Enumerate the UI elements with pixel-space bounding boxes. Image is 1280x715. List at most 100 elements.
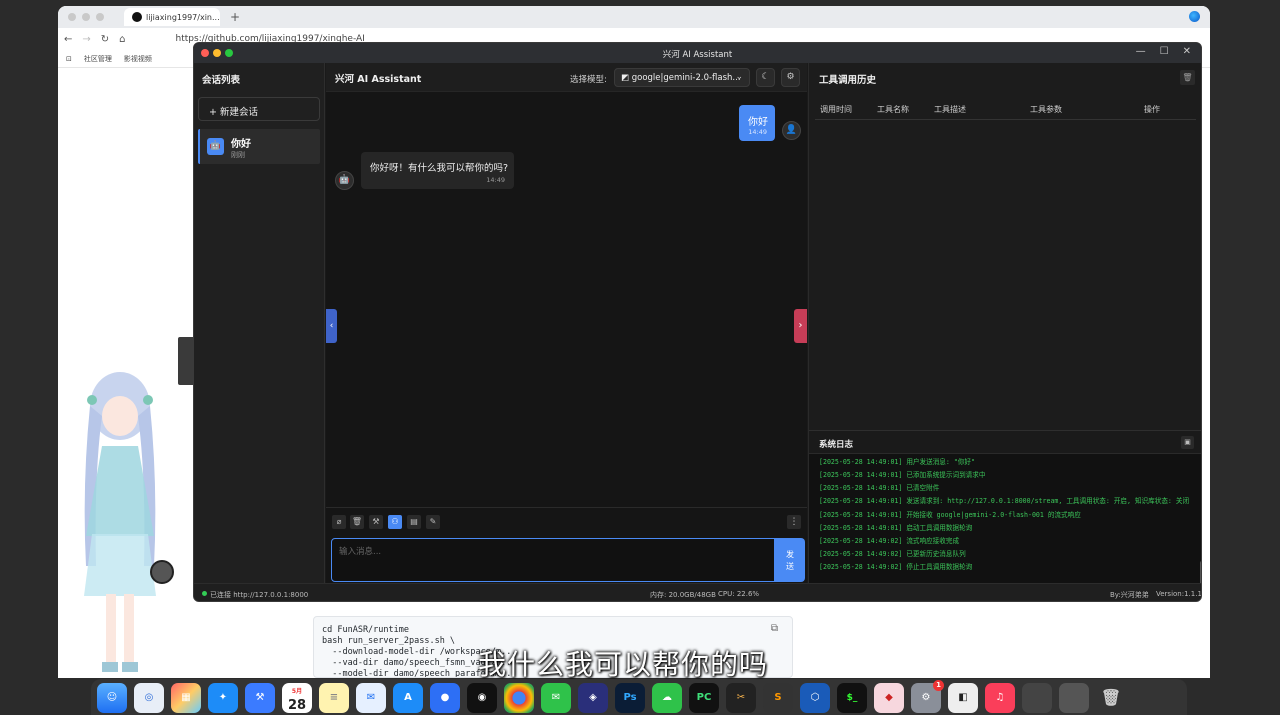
more-options-icon[interactable]: ⋮: [787, 515, 801, 529]
conversation-item[interactable]: 🤖 你好 刚刚: [198, 129, 320, 164]
minimize-icon[interactable]: —: [1136, 46, 1146, 57]
notes-icon[interactable]: ≡: [319, 683, 349, 713]
browser-tab-bar: lijiaxing1997/xin... +: [58, 6, 1210, 28]
browser-zoom-dot[interactable]: [96, 13, 104, 21]
model-select[interactable]: ◩ google|gemini-2.0-flash... ⌄: [614, 68, 750, 87]
finder-icon[interactable]: ☺: [97, 683, 127, 713]
video-subtitle: 我什么我可以帮你的吗: [478, 648, 769, 681]
window-titlebar: 兴河 AI Assistant — ☐ ✕: [194, 43, 1201, 63]
xinghe-ai-app-icon[interactable]: ◈: [578, 683, 608, 713]
note-icon[interactable]: ✎: [426, 515, 440, 529]
browser-minimize-dot[interactable]: [82, 13, 90, 21]
bookmark-item[interactable]: 影视视频: [124, 54, 152, 64]
chrome-icon[interactable]: [504, 683, 534, 713]
music-icon[interactable]: ♫: [985, 683, 1015, 713]
launchpad-icon[interactable]: ▦: [171, 683, 201, 713]
author-label: By:兴河弟弟: [1110, 591, 1149, 599]
macos-dock: ☺ ◎ ▦ ✦ ⚒ 5月 28 ≡ ✉ A ● ◉ ✉ ◈ Ps ☁ PC ✂ S…: [91, 679, 1187, 715]
recent-window-thumbnail[interactable]: [1022, 683, 1052, 713]
bot-avatar-icon: 🤖: [335, 171, 354, 190]
cursor-app-icon[interactable]: ◆: [874, 683, 904, 713]
tool-history-title: 工具调用历史: [819, 75, 877, 86]
conversation-time: 刚刚: [231, 151, 245, 159]
calendar-icon[interactable]: 5月 28: [282, 683, 312, 713]
mail-icon[interactable]: ✉: [356, 683, 386, 713]
calendar-month: 5月: [291, 688, 303, 695]
status-bar: 已连接 http://127.0.0.1:8000 内存: 20.0GB/48G…: [194, 583, 1201, 601]
final-cut-icon[interactable]: ✂: [726, 683, 756, 713]
log-line: [2025-05-28 14:49:01] 已清空附件: [819, 484, 940, 492]
wechat-icon[interactable]: ✉: [541, 683, 571, 713]
log-line: [2025-05-28 14:49:02] 停止工具调用数据轮询: [819, 562, 973, 571]
sublime-icon[interactable]: S: [763, 683, 793, 713]
log-body[interactable]: [2025-05-28 14:49:01] 用户发送消息: "你好" [2025…: [809, 453, 1201, 584]
bookmark-item[interactable]: 社区管理: [84, 54, 112, 64]
log-line: [2025-05-28 14:49:02] 流式响应接收完成: [819, 536, 960, 545]
terminal-icon[interactable]: $_: [837, 683, 867, 713]
forward-icon[interactable]: →: [82, 34, 90, 45]
trash-icon[interactable]: 🗑: [1096, 683, 1126, 713]
tool-call-toggle-icon[interactable]: ⚇: [388, 515, 402, 529]
input-toolbar: ⌀ 🗑 ⚒ ⚇ ▤ ✎ ⋮: [326, 507, 807, 533]
vpn-icon[interactable]: ⬡: [800, 683, 830, 713]
cube-app-icon[interactable]: ◧: [948, 683, 978, 713]
bookmarks-icon[interactable]: ⊡: [66, 55, 72, 63]
collapse-right-button[interactable]: ›: [794, 309, 807, 343]
copy-icon[interactable]: ⧉: [771, 623, 778, 634]
recent-window-thumbnail[interactable]: [1059, 683, 1089, 713]
collapse-left-button[interactable]: ‹: [326, 309, 337, 343]
message-text: 你好呀！有什么我可以帮你的吗?: [370, 163, 509, 174]
browser-tab-title: lijiaxing1997/xin...: [146, 12, 220, 22]
column-header: 工具描述: [934, 105, 966, 114]
system-settings-icon[interactable]: ⚙ 1: [911, 680, 944, 713]
assistant-app-window: 兴河 AI Assistant — ☐ ✕ 会话列表 + 新建会话 🤖 你好 刚…: [193, 42, 1202, 602]
notification-badge: 1: [933, 680, 944, 691]
wechat-work-icon[interactable]: ☁: [652, 683, 682, 713]
close-icon[interactable]: ✕: [1183, 46, 1191, 57]
column-header: 工具参数: [1030, 105, 1062, 114]
reload-icon[interactable]: ↻: [101, 34, 109, 45]
photoshop-icon[interactable]: Ps: [615, 683, 645, 713]
conversation-sidebar: 会话列表 + 新建会话 🤖 你好 刚刚: [194, 63, 325, 583]
back-icon[interactable]: ←: [64, 34, 72, 45]
send-button[interactable]: 发 送: [775, 538, 805, 582]
system-log-panel: 系统日志 ▣ [2025-05-28 14:49:01] 用户发送消息: "你好…: [809, 430, 1201, 584]
theme-toggle-moon-icon[interactable]: ☾: [756, 68, 775, 87]
app-store-icon[interactable]: A: [393, 683, 423, 713]
clear-history-trash-icon[interactable]: 🗑: [1180, 70, 1195, 85]
safari-icon[interactable]: ◎: [134, 683, 164, 713]
home-icon[interactable]: ⌂: [119, 34, 125, 45]
maximize-icon[interactable]: ☐: [1160, 46, 1169, 57]
export-log-icon[interactable]: ▣: [1181, 436, 1194, 449]
database-icon[interactable]: ▤: [407, 515, 421, 529]
attachment-icon[interactable]: ⌀: [332, 515, 346, 529]
settings-gear-icon[interactable]: ⚙: [781, 68, 800, 87]
cpu-usage: CPU: 22.6%: [718, 590, 760, 598]
conversation-name: 你好: [231, 139, 251, 150]
log-scrollbar[interactable]: [1200, 561, 1201, 584]
message-input[interactable]: [331, 538, 775, 582]
message-text: 你好: [748, 117, 768, 128]
column-header: 调用时间: [820, 105, 852, 114]
browser-close-dot[interactable]: [68, 13, 76, 21]
browser-profile-icon[interactable]: [1189, 11, 1200, 22]
send-label-1: 发: [786, 550, 794, 559]
xcode-icon[interactable]: ⚒: [245, 683, 275, 713]
log-line: [2025-05-28 14:49:01] 已添加系统提示词到请求中: [819, 471, 986, 479]
connection-status: 已连接 http://127.0.0.1:8000: [210, 591, 309, 599]
browser-compass-icon[interactable]: ✦: [208, 683, 238, 713]
browser-tab[interactable]: lijiaxing1997/xin...: [124, 8, 220, 26]
trash-icon[interactable]: 🗑: [350, 515, 364, 529]
new-tab-icon[interactable]: +: [230, 10, 240, 24]
openai-icon[interactable]: ◉: [467, 683, 497, 713]
column-header: 工具名称: [877, 105, 909, 114]
new-chat-button[interactable]: + 新建会话: [198, 97, 320, 121]
send-label-2: 送: [786, 562, 794, 571]
log-line: [2025-05-28 14:49:01] 发送请求到: http://127.…: [819, 497, 1190, 505]
memory-usage: 内存: 20.0GB/48GB: [650, 591, 716, 599]
chat-header: 兴河 AI Assistant 选择模型: ◩ google|gemini-2.…: [326, 63, 807, 92]
tool-icon[interactable]: ⚒: [369, 515, 383, 529]
messages-icon[interactable]: ●: [430, 683, 460, 713]
tool-history-panel: 工具调用历史 🗑 调用时间 工具名称 工具描述 工具参数 操作 系统日志 ▣ […: [808, 63, 1201, 584]
pycharm-icon[interactable]: PC: [689, 683, 719, 713]
